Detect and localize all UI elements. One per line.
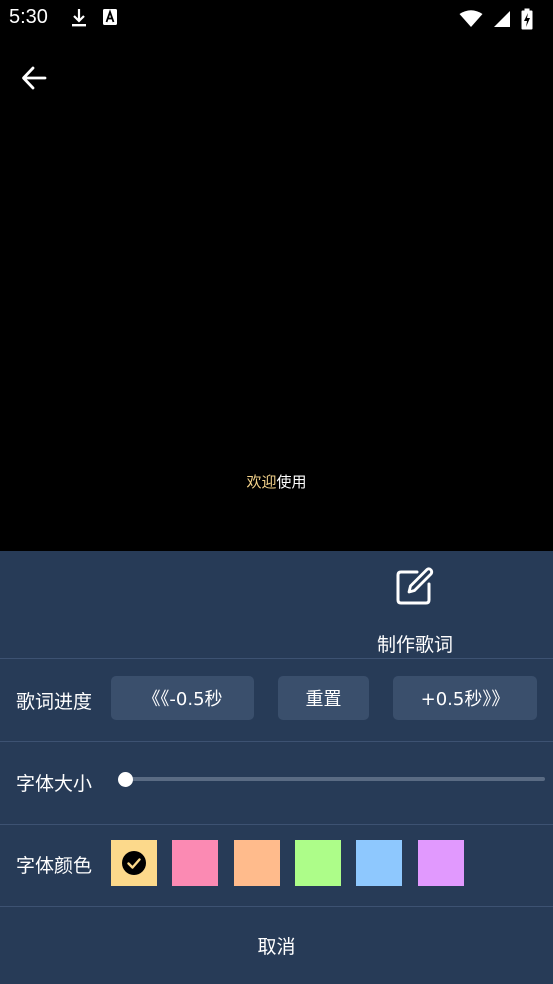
edit-icon	[370, 566, 460, 610]
minus-half-second-button[interactable]: 《《-0.5秒	[111, 676, 254, 720]
cellular-signal-icon	[493, 10, 511, 32]
color-swatch-peach[interactable]	[234, 840, 280, 886]
font-size-slider-track[interactable]	[126, 777, 545, 781]
lyric-rest-text: 使用	[276, 473, 307, 491]
divider	[0, 658, 553, 659]
font-size-label: 字体大小	[16, 773, 93, 795]
divider	[0, 741, 553, 742]
back-button[interactable]	[16, 62, 52, 98]
make-lyrics-button[interactable]: 制作歌词	[370, 566, 460, 657]
lyric-highlight-text: 欢迎	[246, 473, 277, 491]
status-time: 5:30	[9, 6, 48, 28]
reset-button[interactable]: 重置	[278, 676, 369, 720]
color-swatch-green[interactable]	[295, 840, 341, 886]
cancel-button[interactable]: 取消	[0, 932, 553, 959]
color-swatch-yellow[interactable]	[111, 840, 157, 886]
wifi-icon	[459, 10, 483, 32]
make-lyrics-label: 制作歌词	[376, 634, 453, 656]
arrow-left-icon	[20, 64, 48, 96]
status-bar: 5:30	[0, 0, 553, 36]
plus-half-second-button[interactable]: +0.5秒》》	[393, 676, 537, 720]
lyrics-settings-panel	[0, 551, 553, 984]
lyric-progress-label: 歌词进度	[16, 691, 93, 713]
battery-charging-icon	[521, 8, 533, 34]
checkmark-icon	[122, 851, 146, 879]
color-swatch-pink[interactable]	[172, 840, 218, 886]
divider	[0, 906, 553, 907]
divider	[0, 824, 553, 825]
font-size-slider-thumb[interactable]	[118, 772, 133, 787]
color-swatch-purple[interactable]	[418, 840, 464, 886]
current-lyric-line: 欢迎使用	[0, 471, 553, 492]
font-color-label: 字体颜色	[16, 855, 93, 877]
color-swatch-blue[interactable]	[356, 840, 402, 886]
download-icon	[70, 8, 88, 32]
font-a-icon	[102, 8, 118, 32]
